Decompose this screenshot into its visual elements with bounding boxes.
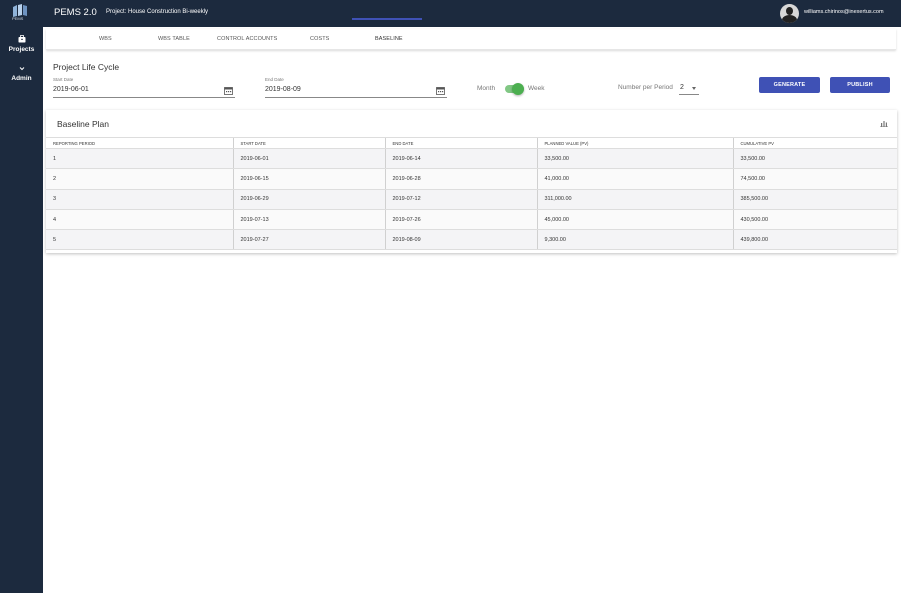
table-cell: 74,500.00	[732, 168, 897, 190]
sidebar-item-label: Projects	[8, 46, 35, 53]
table-row[interactable]: 1 2019-06-01 2019-06-14 33,500.00 33,500…	[46, 148, 897, 170]
number-per-period-select[interactable]: 2	[680, 84, 684, 91]
table-cell: 2019-07-27	[232, 229, 385, 251]
table-cell: 2019-06-15	[232, 168, 385, 190]
number-per-period-label: Number per Period	[618, 84, 673, 91]
life-cycle-title: Project Life Cycle	[53, 62, 120, 72]
bar-chart-icon[interactable]	[880, 120, 888, 127]
tab-control-accounts[interactable]: CONTROL ACCOUNTS	[217, 36, 277, 42]
table-cell: 430,500.00	[732, 209, 897, 231]
column-header[interactable]: START DATE	[232, 137, 385, 149]
tab-baseline[interactable]: BASELINE	[375, 36, 403, 42]
start-date-underline	[53, 97, 235, 98]
publish-button[interactable]: PUBLISH	[830, 77, 890, 93]
table-header-row: REPORTING PERIOD START DATE END DATE PLA…	[46, 137, 897, 149]
table-cell: 2019-06-14	[384, 148, 537, 170]
table-row[interactable]: 5 2019-07-27 2019-08-09 9,300.00 439,800…	[46, 229, 897, 251]
active-tab-indicator	[352, 18, 422, 20]
calendar-icon[interactable]	[224, 86, 233, 95]
calendar-icon[interactable]	[436, 86, 445, 95]
table-cell: 3	[46, 189, 233, 210]
table-cell: 2019-06-29	[232, 189, 385, 210]
generate-button[interactable]: GENERATE	[759, 77, 820, 93]
table-cell: 2019-07-12	[384, 189, 537, 210]
app-title: PEMS 2.0	[54, 7, 97, 18]
dropdown-caret-icon[interactable]	[692, 87, 696, 90]
table-cell: 2019-08-09	[384, 229, 537, 251]
table-cell: 9,300.00	[536, 229, 733, 251]
table-cell: 41,000.00	[536, 168, 733, 190]
table-row[interactable]: 2 2019-06-15 2019-06-28 41,000.00 74,500…	[46, 168, 897, 190]
table-cell: 2019-06-28	[384, 168, 537, 190]
table-cell: 385,500.00	[732, 189, 897, 210]
number-per-period-underline	[679, 94, 699, 95]
table-cell: 33,500.00	[536, 148, 733, 170]
chevron-down-icon	[19, 67, 24, 71]
tab-costs[interactable]: COSTS	[310, 36, 329, 42]
table-cell: 2019-06-01	[232, 148, 385, 170]
logo-text: PEMS	[12, 16, 24, 21]
period-toggle-thumb[interactable]	[512, 83, 524, 95]
column-header[interactable]: REPORTING PERIOD	[46, 137, 233, 149]
table-cell: 4	[46, 209, 233, 231]
toggle-week-label: Week	[528, 85, 545, 92]
start-date-label: Start Date	[53, 77, 74, 82]
sidebar-item-label: Admin	[11, 75, 32, 82]
top-bar: PEMS PEMS 2.0 Project: House Constructio…	[0, 0, 901, 27]
table-cell: 2019-07-13	[232, 209, 385, 231]
tab-wbs[interactable]: WBS	[99, 36, 112, 42]
table-cell: 2	[46, 168, 233, 190]
baseline-table: REPORTING PERIOD START DATE END DATE PLA…	[46, 137, 897, 251]
start-date-field[interactable]: 2019-06-01	[53, 86, 89, 93]
table-cell: 2019-07-26	[384, 209, 537, 231]
tab-wbs-table[interactable]: WBS TABLE	[158, 36, 190, 42]
table-row[interactable]: 3 2019-06-29 2019-07-12 311,000.00 385,5…	[46, 189, 897, 210]
avatar[interactable]	[780, 4, 799, 23]
table-cell: 439,800.00	[732, 229, 897, 251]
column-header[interactable]: PLANNED VALUE (PV)	[536, 137, 733, 149]
column-header[interactable]: END DATE	[384, 137, 537, 149]
table-cell: 5	[46, 229, 233, 251]
end-date-field[interactable]: 2019-08-09	[265, 86, 301, 93]
user-email[interactable]: williams.chirinos@inexertus.com	[804, 9, 884, 15]
project-title: Project: House Construction Bi-weekly	[106, 8, 209, 15]
table-cell: 45,000.00	[536, 209, 733, 231]
toggle-month-label: Month	[477, 85, 496, 92]
sidebar: Projects Admin	[0, 27, 43, 593]
baseline-title: Baseline Plan	[57, 119, 109, 129]
table-cell: 33,500.00	[732, 148, 897, 170]
sidebar-item-projects[interactable]: Projects	[0, 35, 43, 53]
avatar-head	[786, 7, 793, 15]
sidebar-item-admin[interactable]: Admin	[0, 66, 43, 82]
table-cell: 1	[46, 148, 233, 170]
table-cell: 311,000.00	[536, 189, 733, 210]
end-date-label: End Date	[265, 77, 284, 82]
table-row[interactable]: 4 2019-07-13 2019-07-26 45,000.00 430,50…	[46, 209, 897, 231]
tab-bar: WBS WBS TABLE CONTROL ACCOUNTS COSTS BAS…	[46, 29, 896, 50]
briefcase-icon	[18, 35, 25, 43]
avatar-shoulders	[782, 15, 797, 23]
column-header[interactable]: CUMULATIVE PV	[732, 137, 897, 149]
end-date-underline	[265, 97, 447, 98]
